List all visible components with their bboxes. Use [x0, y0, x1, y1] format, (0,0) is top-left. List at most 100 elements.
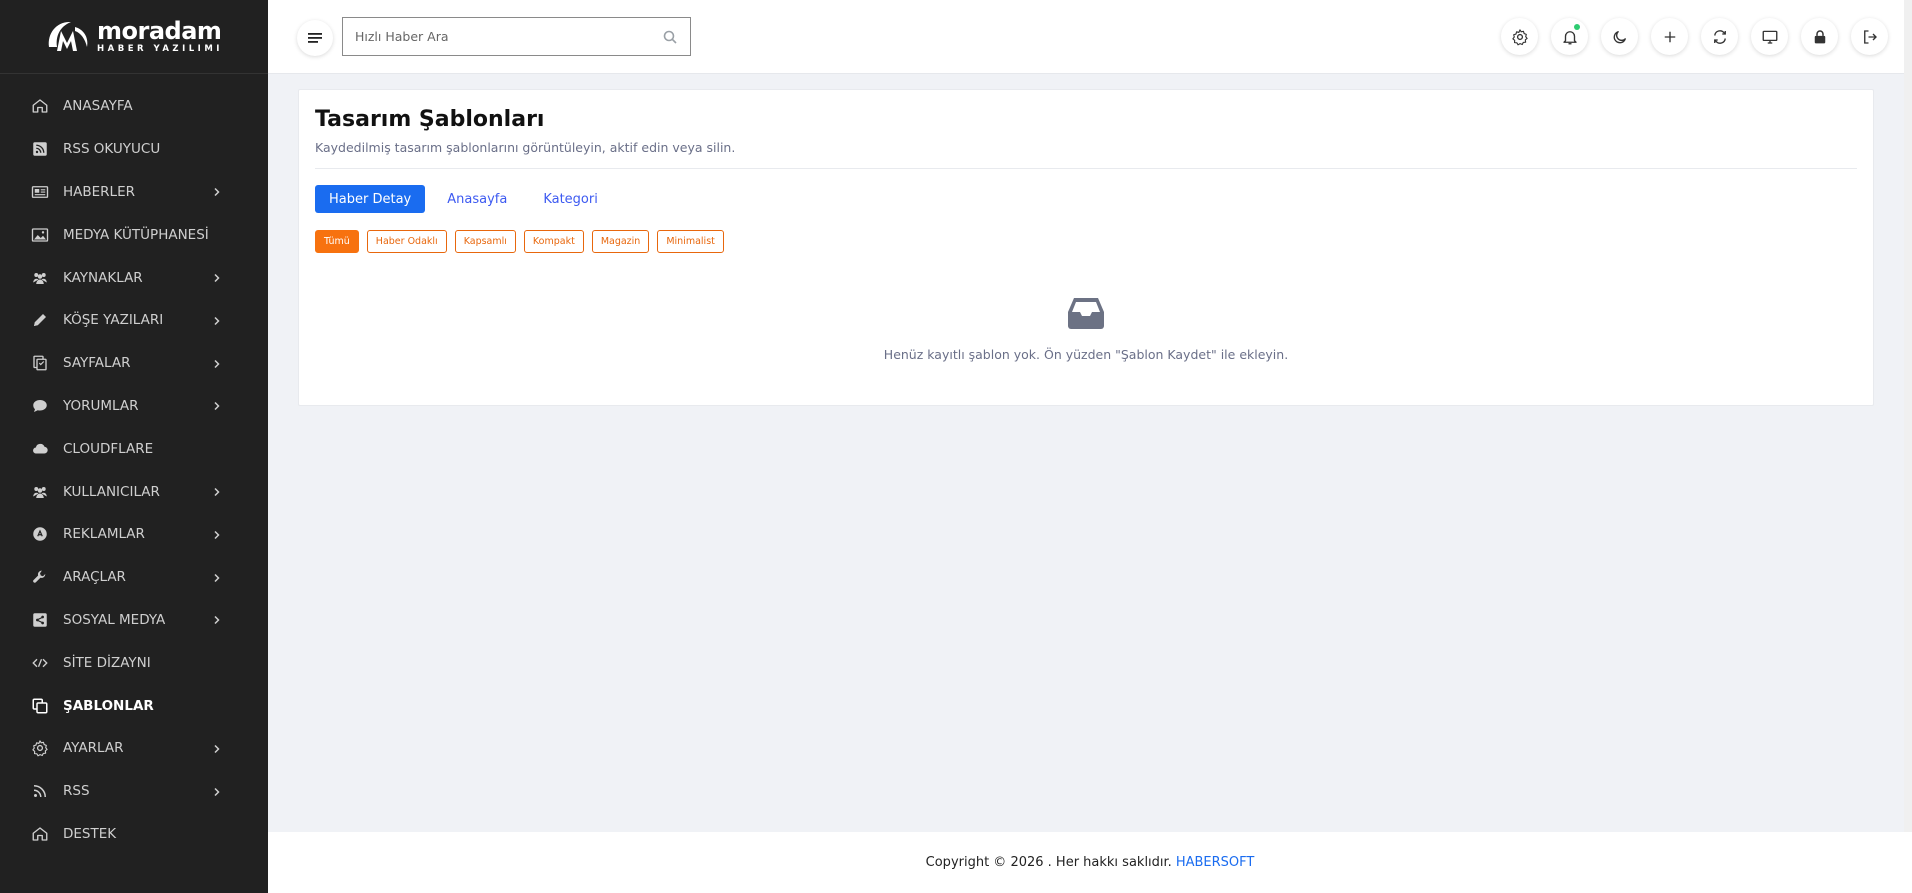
sidebar-item-rss[interactable]: RSS	[0, 770, 268, 813]
sidebar: moradam HABER YAZILIMI ANASAYFA RSS OKUYU…	[0, 0, 268, 893]
gear-icon	[30, 738, 50, 758]
brand-tagline: HABER YAZILIMI	[97, 44, 223, 55]
sidebar-item-sosyal-medya[interactable]: SOSYAL MEDYA	[0, 599, 268, 642]
sidebar-item-label: SAYFALAR	[63, 355, 131, 372]
sidebar-item-label: SOSYAL MEDYA	[63, 611, 166, 628]
rss-icon	[30, 781, 50, 801]
dark-mode-button[interactable]	[1601, 18, 1638, 55]
sidebar-item-label: REKLAMLAR	[63, 526, 145, 543]
desktop-icon	[1762, 30, 1777, 44]
sidebar-item-medya-kütüphanesi̇[interactable]: MEDYA KÜTÜPHANESİ	[0, 213, 268, 256]
menu-toggle-button[interactable]	[297, 20, 333, 56]
sidebar-item-yorumlar[interactable]: YORUMLAR	[0, 385, 268, 428]
pencil-icon	[30, 310, 50, 330]
tab-kategori[interactable]: Kategori	[529, 185, 612, 213]
code-icon	[30, 653, 50, 673]
brand-logo[interactable]: moradam HABER YAZILIMI	[45, 17, 223, 57]
sidebar-item-rss-okuyucu[interactable]: RSS OKUYUCU	[0, 128, 268, 171]
sidebar-item-label: KULLANICILAR	[63, 483, 160, 500]
lock-button[interactable]	[1801, 18, 1838, 55]
lock-icon	[1814, 29, 1825, 43]
newspaper-icon	[30, 182, 50, 202]
sidebar-item-label: MEDYA KÜTÜPHANESİ	[63, 226, 209, 243]
notification-dot	[1574, 24, 1580, 30]
sidebar-item-label: ANASAYFA	[63, 98, 133, 115]
sidebar-item-kullanicilar[interactable]: KULLANICILAR	[0, 470, 268, 513]
filter-chip[interactable]: Magazin	[591, 230, 650, 253]
gear-icon	[1511, 28, 1528, 45]
chevron-right-icon	[212, 311, 222, 330]
copyright-text: Copyright © 2026 . Her hakkı saklıdır.	[925, 855, 1172, 870]
share-icon	[30, 610, 50, 630]
search-box	[342, 17, 691, 56]
add-button[interactable]	[1651, 18, 1688, 55]
divider	[315, 168, 1857, 169]
sidebar-item-ayarlar[interactable]: AYARLAR	[0, 727, 268, 770]
filter-chip[interactable]: Kompakt	[523, 230, 584, 253]
templates-card: Tasarım Şablonları Kaydedilmiş tasarım ş…	[298, 89, 1874, 406]
logout-button[interactable]	[1851, 18, 1888, 55]
filter-chip[interactable]: Minimalist	[657, 230, 724, 253]
template-tabs: Haber Detay Anasayfa Kategori	[315, 185, 612, 213]
bell-icon	[1562, 30, 1577, 44]
filter-chip[interactable]: Tümü	[315, 230, 359, 253]
filter-chip[interactable]: Kapsamlı	[454, 230, 516, 253]
pages-icon	[30, 353, 50, 373]
tab-haber-detay[interactable]: Haber Detay	[315, 185, 426, 213]
wrench-icon	[30, 567, 50, 587]
image-icon	[30, 225, 50, 245]
filter-chip[interactable]: Haber Odaklı	[366, 230, 447, 253]
refresh-button[interactable]	[1701, 18, 1738, 55]
chevron-right-icon	[212, 610, 222, 629]
settings-button[interactable]	[1501, 18, 1538, 55]
page-title: Tasarım Şablonları	[315, 107, 545, 132]
brand-name: moradam	[97, 17, 222, 46]
logo-area[interactable]: moradam HABER YAZILIMI	[0, 0, 268, 74]
chevron-right-icon	[212, 782, 222, 801]
vertical-scrollbar[interactable]	[1904, 0, 1912, 832]
sidebar-item-sayfalar[interactable]: SAYFALAR	[0, 342, 268, 385]
ad-icon	[30, 524, 50, 544]
search-input[interactable]	[343, 18, 650, 55]
chevron-right-icon	[212, 268, 222, 287]
home-icon	[30, 824, 50, 844]
chevron-right-icon	[212, 354, 222, 373]
search-icon[interactable]	[650, 30, 690, 44]
sidebar-item-si̇te-di̇zayni[interactable]: SİTE DİZAYNI	[0, 641, 268, 684]
chevron-right-icon	[212, 739, 222, 758]
sidebar-item-kaynaklar[interactable]: KAYNAKLAR	[0, 256, 268, 299]
footer: Copyright © 2026 . Her hakkı saklıdır. H…	[268, 832, 1912, 893]
notifications-button[interactable]	[1551, 18, 1588, 55]
sidebar-item-reklamlar[interactable]: REKLAMLAR	[0, 513, 268, 556]
chevron-right-icon	[212, 482, 222, 501]
sync-icon	[1713, 29, 1726, 44]
sidebar-item-label: ARAÇLAR	[63, 569, 126, 586]
moon-icon	[1613, 30, 1626, 43]
copy-icon	[30, 696, 50, 716]
logo-mark-icon	[48, 21, 88, 51]
sidebar-item-şablonlar[interactable]: ŞABLONLAR	[0, 684, 268, 727]
users-icon	[30, 268, 50, 288]
sidebar-item-label: DESTEK	[63, 825, 117, 842]
sidebar-item-label: KÖŞE YAZILARI	[63, 312, 164, 329]
sidebar-item-label: SİTE DİZAYNI	[63, 654, 151, 671]
sidebar-item-anasayfa[interactable]: ANASAYFA	[0, 85, 268, 128]
topbar	[268, 0, 1912, 74]
comment-icon	[30, 396, 50, 416]
filter-chips: Tümü Haber Odaklı Kapsamlı Kompakt Magazin Mi…	[315, 230, 724, 253]
sidebar-item-label: RSS	[63, 783, 90, 800]
sidebar-item-araçlar[interactable]: ARAÇLAR	[0, 556, 268, 599]
sidebar-item-haberler[interactable]: HABERLER	[0, 171, 268, 214]
sidebar-item-label: ŞABLONLAR	[63, 697, 154, 714]
topbar-actions	[1501, 18, 1888, 55]
tab-anasayfa[interactable]: Anasayfa	[433, 185, 521, 213]
sidebar-item-destek[interactable]: DESTEK	[0, 813, 268, 856]
sidebar-item-label: CLOUDFLARE	[63, 440, 154, 457]
sidebar-nav: ANASAYFA RSS OKUYUCU HABERLER MEDYA KÜTÜPHA…	[0, 74, 268, 855]
chevron-right-icon	[212, 568, 222, 587]
sidebar-item-cloudflare[interactable]: CLOUDFLARE	[0, 427, 268, 470]
sidebar-item-köşe-yazilari[interactable]: KÖŞE YAZILARI	[0, 299, 268, 342]
footer-brand-link[interactable]: HABERSOFT	[1176, 855, 1255, 870]
view-site-button[interactable]	[1751, 18, 1788, 55]
inbox-icon	[1068, 298, 1104, 329]
